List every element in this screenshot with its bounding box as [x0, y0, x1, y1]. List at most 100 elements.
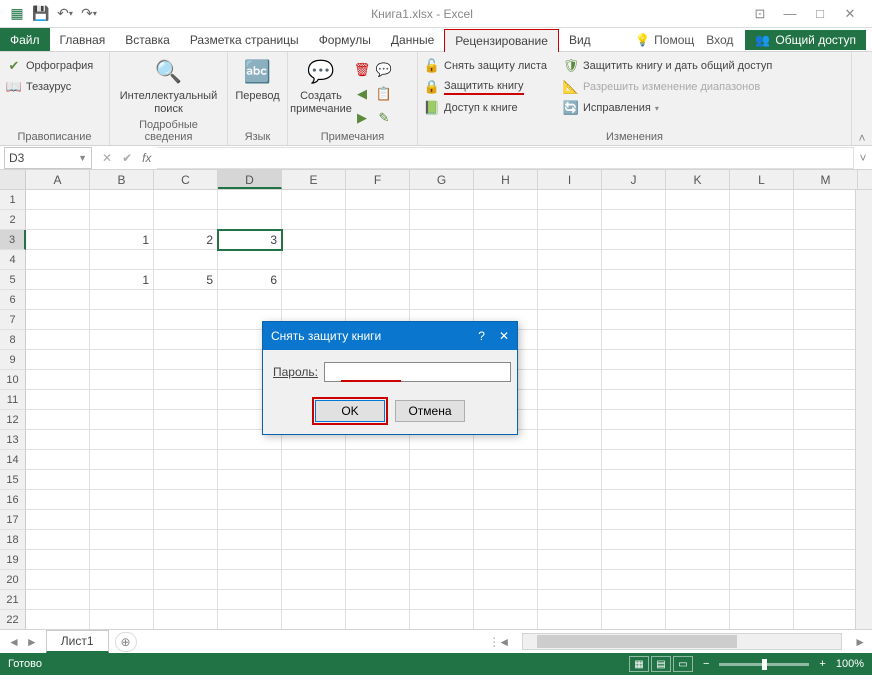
cell[interactable] [90, 430, 154, 450]
cell[interactable] [538, 390, 602, 410]
cell[interactable] [154, 430, 218, 450]
cell[interactable] [26, 330, 90, 350]
cell[interactable] [410, 510, 474, 530]
cell[interactable] [346, 210, 410, 230]
cell[interactable] [26, 410, 90, 430]
row-header[interactable]: 7 [0, 310, 26, 330]
show-all-comments-button[interactable]: 📋 [376, 84, 392, 104]
cell[interactable] [730, 390, 794, 410]
enter-formula-icon[interactable]: ✔ [122, 151, 132, 165]
cell[interactable] [794, 310, 858, 330]
cell[interactable] [794, 610, 858, 629]
cell[interactable] [282, 450, 346, 470]
cell[interactable] [154, 290, 218, 310]
cell[interactable] [730, 310, 794, 330]
cell[interactable] [282, 190, 346, 210]
cell[interactable]: 5 [154, 270, 218, 290]
cell[interactable] [666, 210, 730, 230]
cell[interactable] [218, 290, 282, 310]
cell[interactable] [410, 590, 474, 610]
protect-share-button[interactable]: 🛡Защитить книгу и дать общий доступ [563, 56, 772, 76]
cell[interactable] [730, 530, 794, 550]
cell[interactable] [218, 610, 282, 629]
cell[interactable] [154, 450, 218, 470]
cell[interactable]: 1 [90, 230, 154, 250]
cell[interactable] [26, 250, 90, 270]
cell[interactable] [602, 350, 666, 370]
cell[interactable] [794, 290, 858, 310]
cell[interactable] [666, 430, 730, 450]
cell[interactable]: 3 [218, 230, 282, 250]
cell[interactable] [26, 510, 90, 530]
next-comment-button[interactable]: ▶ [354, 108, 370, 128]
cell[interactable] [794, 570, 858, 590]
column-header-J[interactable]: J [602, 170, 666, 189]
cell[interactable] [474, 190, 538, 210]
row-header[interactable]: 20 [0, 570, 26, 590]
cell[interactable] [538, 190, 602, 210]
cell[interactable] [90, 550, 154, 570]
cell[interactable] [346, 470, 410, 490]
cell[interactable] [538, 530, 602, 550]
name-box[interactable]: D3▼ [4, 147, 92, 169]
cell[interactable] [538, 410, 602, 430]
cell[interactable] [538, 490, 602, 510]
cell[interactable] [346, 610, 410, 629]
cell[interactable] [90, 310, 154, 330]
cell[interactable] [730, 210, 794, 230]
column-header-B[interactable]: B [90, 170, 154, 189]
cell[interactable] [26, 470, 90, 490]
share-workbook-button[interactable]: 📗Доступ к книге [424, 98, 547, 118]
column-header-C[interactable]: C [154, 170, 218, 189]
cell[interactable]: 2 [154, 230, 218, 250]
translate-button[interactable]: 🔤 Перевод [234, 56, 281, 103]
column-header-K[interactable]: K [666, 170, 730, 189]
tab-view[interactable]: Вид [559, 28, 601, 51]
cell[interactable] [602, 270, 666, 290]
cell[interactable] [730, 430, 794, 450]
cell[interactable] [538, 550, 602, 570]
cell[interactable] [730, 370, 794, 390]
row-header[interactable]: 12 [0, 410, 26, 430]
cell[interactable] [26, 610, 90, 629]
cell[interactable] [538, 510, 602, 530]
cell[interactable] [218, 550, 282, 570]
cell[interactable] [154, 610, 218, 629]
cell[interactable] [346, 530, 410, 550]
page-break-view-icon[interactable]: ▭ [673, 656, 693, 672]
cell[interactable] [602, 570, 666, 590]
track-changes-button[interactable]: 🔄Исправления ▾ [563, 98, 772, 118]
cell[interactable] [90, 570, 154, 590]
tab-review[interactable]: Рецензирование [444, 29, 559, 52]
cell[interactable] [538, 370, 602, 390]
cell[interactable] [730, 350, 794, 370]
cell[interactable] [410, 550, 474, 570]
cell[interactable] [26, 210, 90, 230]
cell[interactable] [346, 490, 410, 510]
cell[interactable] [474, 250, 538, 270]
cell[interactable] [602, 290, 666, 310]
row-header[interactable]: 22 [0, 610, 26, 629]
cell[interactable] [602, 410, 666, 430]
column-header-H[interactable]: H [474, 170, 538, 189]
cell[interactable] [538, 310, 602, 330]
cell[interactable] [602, 470, 666, 490]
cell[interactable] [410, 570, 474, 590]
page-layout-view-icon[interactable]: ▤ [651, 656, 671, 672]
thesaurus-button[interactable]: 📖Тезаурус [6, 77, 93, 97]
cell[interactable] [794, 410, 858, 430]
tab-file[interactable]: Файл [0, 28, 50, 51]
select-all-corner[interactable] [0, 170, 26, 189]
cell[interactable] [154, 550, 218, 570]
cell[interactable] [730, 610, 794, 629]
cell[interactable] [282, 570, 346, 590]
cell[interactable] [282, 290, 346, 310]
cell[interactable] [666, 610, 730, 629]
cell[interactable] [26, 430, 90, 450]
cell[interactable] [794, 250, 858, 270]
normal-view-icon[interactable]: ▦ [629, 656, 649, 672]
cell[interactable] [730, 570, 794, 590]
cell[interactable] [154, 490, 218, 510]
cell[interactable] [26, 190, 90, 210]
cell[interactable] [794, 230, 858, 250]
